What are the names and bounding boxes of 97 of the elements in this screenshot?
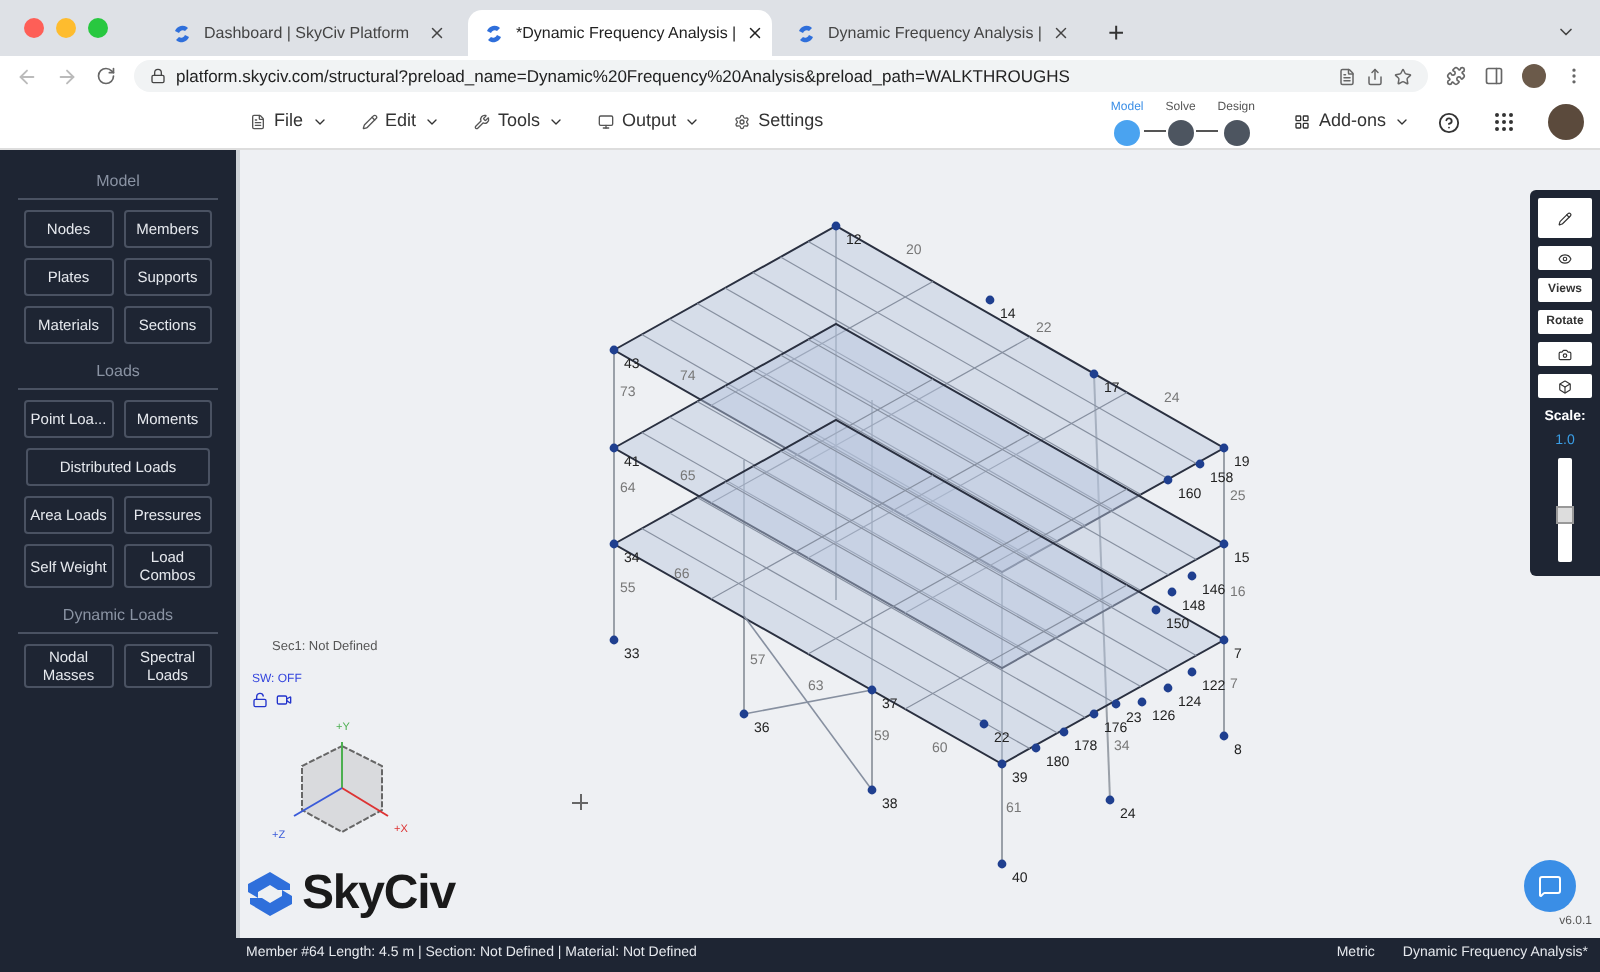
node-dot [1219, 443, 1229, 453]
menu-item-icon [361, 114, 378, 130]
unlock-icon[interactable] [252, 692, 268, 708]
chevron-icon [424, 114, 441, 130]
node-dot [1187, 667, 1197, 677]
addons-menu[interactable]: Add-ons [1294, 108, 1410, 136]
menu-item-icon [474, 114, 491, 130]
node-dot [739, 709, 749, 719]
menu-item-icon [598, 114, 615, 130]
node-dot [609, 443, 619, 453]
star-icon[interactable] [1394, 67, 1412, 85]
chevron-icon [684, 114, 701, 130]
new-tab-button[interactable]: + [1092, 10, 1141, 56]
camera-icon[interactable] [276, 692, 292, 708]
node-dot [1187, 571, 1197, 581]
node-dot [1219, 635, 1229, 645]
chat-icon [1538, 874, 1562, 898]
node-dot [1163, 683, 1173, 693]
node-dot [1137, 697, 1147, 707]
node-dot [1195, 459, 1205, 469]
node-dot [997, 759, 1007, 769]
page-icon[interactable] [1338, 67, 1356, 85]
node-dot [1105, 795, 1115, 805]
section-title: Dynamic Loads [18, 604, 218, 634]
chevron-icon [548, 114, 565, 130]
node-dot [609, 345, 619, 355]
pencil-icon [1558, 211, 1572, 225]
chevron-icon [1394, 114, 1410, 130]
node-dot [1111, 699, 1121, 709]
grid-icon [1294, 114, 1311, 130]
close-icon[interactable] [428, 24, 446, 42]
node-dot [1059, 727, 1069, 737]
node-dot [1031, 743, 1041, 753]
url-field[interactable]: platform.skyciv.com/structural?preload_name=Dynamic%20Frequency%20Analysis&preload_path=WALKTHROUGHS [134, 60, 1428, 92]
section-title: Model [18, 170, 218, 200]
help-icon[interactable] [1438, 111, 1460, 133]
user-avatar[interactable] [1548, 104, 1584, 140]
toolbar-menu[interactable]: File [250, 108, 328, 136]
cube-button[interactable] [1538, 374, 1592, 398]
node-dot [609, 635, 619, 645]
browser-tab[interactable]: Dynamic Frequency Analysis | [780, 10, 1084, 56]
toolbar-menu[interactable]: Tools [474, 108, 565, 136]
scale-slider-thumb[interactable] [1556, 505, 1574, 524]
browser-tab[interactable]: Dashboard | SkyCiv Platform [156, 10, 460, 56]
app-logo-icon [170, 21, 194, 45]
crosshair-icon [572, 794, 588, 810]
app-logo-icon [482, 21, 506, 45]
scale-slider-track[interactable] [1558, 458, 1572, 562]
menu-item-icon [250, 114, 266, 130]
node-dot [867, 785, 877, 795]
node-dot [831, 221, 841, 231]
profile-avatar[interactable] [1522, 64, 1546, 88]
node-dot [997, 859, 1007, 869]
node-dot [1089, 369, 1099, 379]
beam-line [743, 689, 873, 715]
tab-title: Dynamic Frequency Analysis | [828, 21, 1043, 45]
node-dot [609, 539, 619, 549]
workflow-step-button[interactable] [1167, 119, 1194, 145]
toolbar-menu[interactable]: Settings [734, 108, 824, 136]
node-dot [867, 685, 877, 695]
toolbar-menu[interactable]: Output [598, 108, 701, 136]
extensions-icon[interactable] [1446, 66, 1466, 86]
skyciv-logo-text: SkyCiv [302, 864, 455, 924]
tab-title: Dashboard | SkyCiv Platform [204, 21, 412, 45]
section-title: Loads [18, 360, 218, 390]
reload-icon[interactable] [96, 66, 116, 86]
chat-button[interactable] [1524, 860, 1576, 912]
chevron-icon [311, 114, 328, 130]
node-dot [1151, 605, 1161, 615]
url-text: platform.skyciv.com/structural?preload_name=Dynamic%20Frequency%20Analysis&preload_path=WALKTHROUGHS [176, 63, 1072, 89]
share-icon[interactable] [1366, 67, 1384, 85]
eye-button[interactable] [1538, 246, 1592, 270]
node-dot [1167, 587, 1177, 597]
camera-button[interactable] [1538, 342, 1592, 366]
model-canvas[interactable] [236, 150, 1600, 938]
lock-icon [150, 68, 166, 84]
side-panel-icon[interactable] [1484, 66, 1504, 86]
node-dot [985, 295, 995, 305]
node-dot [979, 719, 989, 729]
close-icon[interactable] [746, 24, 765, 42]
node-dot [1163, 475, 1173, 485]
apps-grid-icon[interactable] [1492, 110, 1516, 134]
app-logo-icon [794, 21, 818, 45]
camera-icon [1558, 347, 1572, 361]
workflow-step-button[interactable] [1223, 119, 1250, 145]
skyciv-logo-icon [248, 870, 292, 918]
tab-title: *Dynamic Frequency Analysis | [516, 21, 737, 45]
pencil-button[interactable] [1538, 198, 1592, 238]
node-dot [1219, 539, 1229, 549]
browser-tab[interactable]: *Dynamic Frequency Analysis | [468, 10, 772, 56]
toolbar-menu[interactable]: Edit [361, 108, 441, 136]
menu-item-icon [734, 114, 751, 130]
node-dot [1219, 731, 1229, 741]
close-icon[interactable] [1052, 24, 1071, 42]
eye-icon [1558, 251, 1572, 265]
cube-icon [1558, 379, 1572, 393]
node-dot [1089, 709, 1099, 719]
